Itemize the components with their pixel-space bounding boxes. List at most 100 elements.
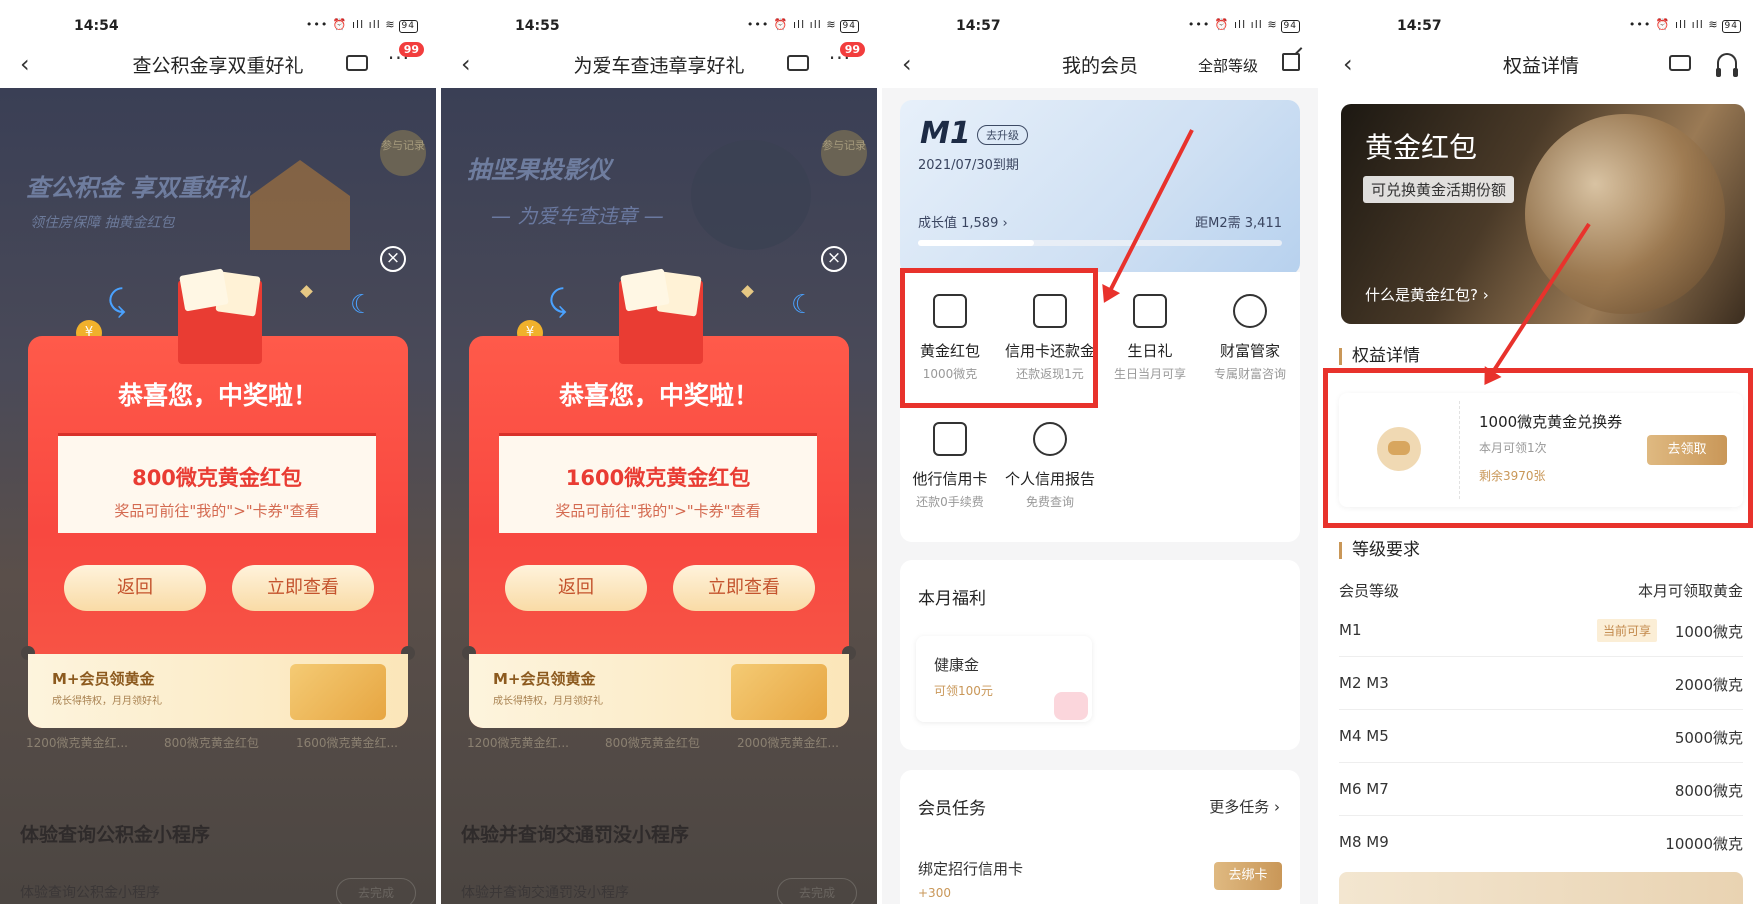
globe-illustration (1525, 114, 1725, 314)
back-button[interactable]: 返回 (64, 565, 206, 611)
upgrade-button[interactable]: 去升级 (977, 125, 1028, 145)
confetti-icon: ☾ (350, 290, 374, 320)
next-level-need: 距M2需 3,411 (1195, 216, 1282, 231)
benefit-wealth-manager[interactable]: 财富管家 专属财富咨询 (1200, 294, 1300, 382)
health-fund-name: 健康金 (934, 656, 980, 674)
more-tasks-link[interactable]: 更多任务 › (1209, 796, 1280, 817)
member-gold-banner[interactable]: M+会员领黄金 成长得特权，月月领好礼 (28, 654, 408, 728)
gold-illustration (290, 664, 386, 720)
member-gold-banner[interactable]: M+会员领黄金 成长得特权，月月领好礼 (469, 654, 849, 728)
prize-amount: 800微克黄金红包 (132, 466, 302, 490)
prize-card: 1600微克黄金红包 奖品可前往"我的">"卡券"查看 (499, 433, 817, 533)
prize-hint: 奖品可前往"我的">"卡券"查看 (114, 502, 320, 520)
growth-progress-bar (918, 240, 1282, 246)
status-time: 14:57 (1397, 18, 1442, 34)
hero-title: 黄金红包 (1365, 131, 1478, 164)
phone-panel-2: 14:55 ••• ⏰ ıll ıll ≋ 94 ‹ 为爱车查违章享好礼 ··· 9… (441, 0, 877, 904)
back-button[interactable]: 返回 (505, 565, 647, 611)
modal-heading: 恭喜您，中奖啦！ (558, 381, 759, 410)
confetti-icon: ☾ (791, 290, 815, 320)
view-now-button[interactable]: 立即查看 (673, 565, 815, 611)
all-levels-link[interactable]: 全部等级 (1198, 55, 1258, 76)
row-amount: 1000微克 (1674, 623, 1743, 641)
status-icons: ••• ⏰ ıll ıll ≋ 94 (1188, 18, 1300, 33)
status-bar: 14:54 ••• ⏰ ıll ıll ≋ 94 (0, 0, 436, 40)
section-title: 会员任务 (918, 799, 986, 819)
task-label: 体验并查询交通罚没小程序 (461, 885, 629, 901)
table-row: M6 M7 8000微克 (1339, 764, 1743, 816)
heart-icon (1054, 692, 1088, 720)
view-now-button[interactable]: 立即查看 (232, 565, 374, 611)
row-level: M6 M7 (1339, 780, 1389, 798)
close-icon[interactable]: × (821, 246, 847, 272)
status-icons: ••• ⏰ ıll ıll ≋ 94 (306, 18, 418, 33)
ticket-icon[interactable] (1669, 55, 1691, 71)
headset-icon[interactable] (1716, 53, 1738, 77)
status-time: 14:55 (515, 18, 560, 34)
ticket-icon[interactable] (787, 55, 809, 71)
bind-card-button[interactable]: 去绑卡 (1214, 862, 1282, 890)
complete-button[interactable]: 去完成 (777, 878, 857, 904)
complete-button[interactable]: 去完成 (336, 878, 416, 904)
promo-title: 查公积金 享双重好礼 (26, 174, 251, 202)
task-label: 体验查询公积金小程序 (20, 885, 160, 901)
health-fund-card[interactable]: 健康金 可领100元 (916, 636, 1092, 722)
page-title: 查公积金享双重好礼 (132, 55, 304, 77)
prize-tab[interactable]: 800微克黄金红包 (164, 734, 259, 751)
benefit-desc: 生日当月可享 (1113, 367, 1186, 381)
prize-tab[interactable]: 1200微克黄金红... (26, 734, 128, 751)
nav-bar: ‹ 查公积金享双重好礼 ··· 99 (0, 40, 436, 88)
membership-card: M1 去升级 2021/07/30到期 成长值 1,589 › 距M2需 3,4… (900, 100, 1300, 275)
card-icon (933, 422, 967, 456)
status-bar: 14:55 ••• ⏰ ıll ıll ≋ 94 (441, 0, 877, 40)
modal-heading: 恭喜您，中奖啦！ (117, 381, 318, 410)
benefit-other-card[interactable]: 他行信用卡 还款0手续费 (900, 422, 1000, 510)
prize-tab[interactable]: 2000微克黄金红... (737, 734, 839, 751)
share-icon[interactable] (1282, 53, 1300, 71)
promo-title: 抽坚果投影仪 (467, 156, 611, 184)
red-envelope-icon (619, 268, 703, 364)
section-title: 等级要求 (1339, 542, 1420, 559)
status-time: 14:57 (956, 18, 1001, 34)
table-row: M1 当前可享 1000微克 (1339, 605, 1743, 657)
page-title: 为爱车查违章享好礼 (573, 55, 745, 77)
benefit-birthday[interactable]: 生日礼 生日当月可享 (1100, 294, 1200, 382)
task-points: +300 (918, 886, 951, 900)
prize-modal: 恭喜您，中奖啦！ 1600微克黄金红包 奖品可前往"我的">"卡券"查看 返回 … (462, 336, 856, 728)
red-envelope-icon (178, 268, 262, 364)
prize-tabs: 1200微克黄金红... 800微克黄金红包 1600微克黄金红... (14, 728, 424, 756)
task-name: 绑定招行信用卡 (918, 860, 1024, 878)
table-row: M2 M3 2000微克 (1339, 658, 1743, 710)
bottom-banner (1339, 872, 1743, 904)
section-title: 体验并查询交通罚没小程序 (461, 824, 690, 846)
gold-illustration (731, 664, 827, 720)
nav-bar: ‹ 权益详情 (1323, 40, 1759, 88)
phone-panel-4: 14:57 ••• ⏰ ıll ıll ≋ 94 ‹ 权益详情 黄金红包 可兑换黄金… (1323, 0, 1759, 904)
participation-record-tag[interactable]: 参与记录 (821, 130, 867, 176)
health-fund-desc: 可领100元 (934, 684, 993, 698)
prize-tab[interactable]: 800微克黄金红包 (605, 734, 700, 751)
prize-tab[interactable]: 1600微克黄金红... (296, 734, 398, 751)
confetti-icon: ⤹ (549, 284, 567, 319)
benefit-credit-report[interactable]: 个人信用报告 免费查询 (1000, 422, 1100, 510)
expiry-date: 2021/07/30到期 (918, 158, 1019, 173)
status-icons: ••• ⏰ ıll ıll ≋ 94 (1629, 18, 1741, 33)
prize-tab[interactable]: 1200微克黄金红... (467, 734, 569, 751)
participation-record-tag[interactable]: 参与记录 (380, 130, 426, 176)
close-icon[interactable]: × (380, 246, 406, 272)
member-level: M1 (920, 116, 971, 151)
prize-modal: 恭喜您，中奖啦！ 800微克黄金红包 奖品可前往"我的">"卡券"查看 返回 立… (21, 336, 415, 728)
highlight-box (1323, 368, 1753, 528)
promo-subtitle: 领住房保障 抽黄金红包 (30, 215, 175, 231)
benefit-desc: 还款0手续费 (916, 495, 984, 509)
what-is-link[interactable]: 什么是黄金红包? › (1365, 284, 1489, 305)
banner-title: M+会员领黄金 (493, 670, 596, 688)
monthly-benefits-section: 本月福利 健康金 可领100元 (900, 560, 1300, 750)
promo-subtitle: — 为爱车查违章 — (491, 204, 664, 228)
ticket-icon[interactable] (346, 55, 368, 71)
col-level: 会员等级 (1339, 582, 1400, 600)
nav-bar: ‹ 为爱车查违章享好礼 ··· 99 (441, 40, 877, 88)
projector-illustration (691, 140, 811, 250)
row-level: M2 M3 (1339, 674, 1389, 692)
growth-value[interactable]: 成长值 1,589 › (918, 212, 1008, 231)
